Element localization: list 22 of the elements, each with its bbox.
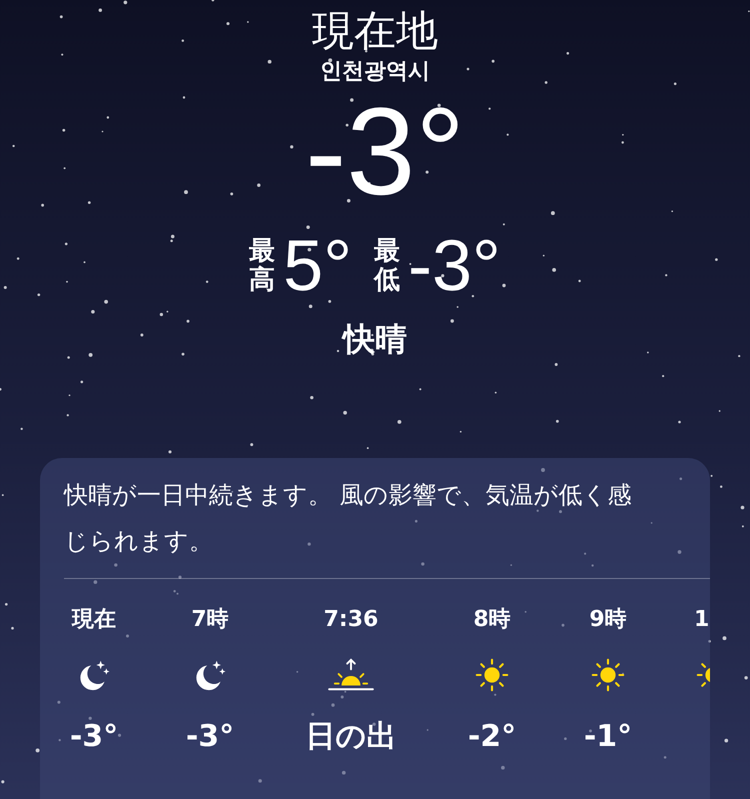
hour-temperature: -3°	[186, 718, 234, 756]
hour-time: 7:36	[324, 606, 378, 634]
weather-condition: 快晴	[343, 319, 407, 360]
low-temperature: -3°	[408, 230, 501, 302]
forecast-summary: 快晴が一日中続きます。 風の影響で、気温が低く感じられます。	[64, 480, 633, 557]
location-title: 現在地	[312, 6, 438, 56]
sun-icon	[589, 656, 627, 694]
current-temperature: -3°	[305, 90, 465, 214]
hour-temperature: -1°	[584, 718, 632, 756]
hour-time: 7時	[191, 606, 229, 634]
hour-time: 1	[694, 606, 710, 634]
hour-temperature: -3°	[70, 718, 118, 756]
sunrise-label: 日の出	[306, 718, 396, 756]
high-temperature: 5°	[283, 230, 352, 302]
hour-time: 9時	[589, 606, 627, 634]
high-label: 最高	[249, 237, 276, 295]
sun-icon	[473, 656, 511, 694]
hour-temperature: -2°	[468, 718, 516, 756]
city-name: 인천광역시	[320, 58, 430, 86]
low-label: 最低	[374, 237, 400, 295]
hour-time: 現在	[72, 606, 116, 634]
hour-time: 8時	[473, 606, 511, 634]
